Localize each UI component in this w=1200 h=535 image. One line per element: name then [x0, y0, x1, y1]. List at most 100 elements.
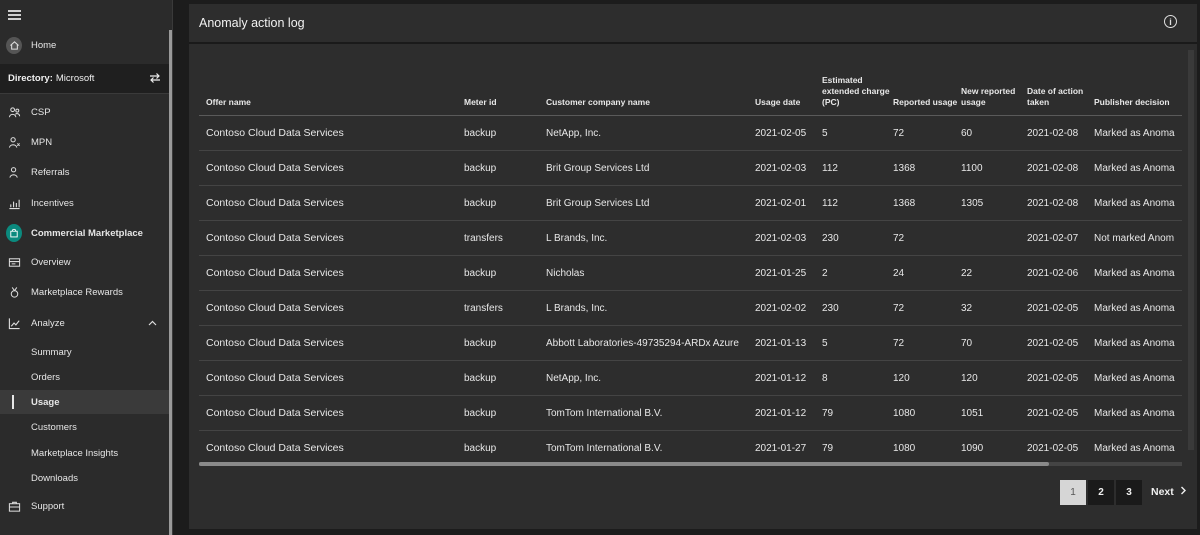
- sidebar-subitem-marketplace-insights[interactable]: Marketplace Insights: [0, 441, 169, 465]
- table-row[interactable]: Contoso Cloud Data Services backup Brit Gr…: [199, 185, 1182, 221]
- cell-new-reported-usage: 120: [961, 360, 1027, 396]
- column-header-reported-usage[interactable]: Reported usage: [893, 58, 961, 116]
- cell-customer-company-name: TomTom International B.V.: [546, 430, 755, 466]
- cell-offer-name: Contoso Cloud Data Services: [199, 430, 464, 466]
- cell-reported-usage: 1080: [893, 395, 961, 431]
- table-row[interactable]: Contoso Cloud Data Services backup Abbott …: [199, 325, 1182, 361]
- column-header-customer-company-name[interactable]: Customer company name: [546, 58, 755, 116]
- cell-meter-id: transfers: [464, 220, 546, 256]
- page-2-button[interactable]: 2: [1088, 480, 1114, 505]
- sidebar-item-home[interactable]: Home: [0, 36, 169, 54]
- directory-label: Directory:: [8, 73, 53, 84]
- sidebar-item-analyze[interactable]: Analyze: [0, 314, 169, 332]
- cell-reported-usage: 72: [893, 115, 961, 151]
- cell-new-reported-usage: 1305: [961, 185, 1027, 221]
- csp-icon: [6, 104, 22, 120]
- next-page-button[interactable]: Next: [1151, 486, 1187, 498]
- table-row[interactable]: Contoso Cloud Data Services backup TomTom …: [199, 395, 1182, 431]
- sidebar-subitem-customers[interactable]: Customers: [0, 415, 169, 439]
- sidebar-item-label: Analyze: [31, 317, 65, 329]
- sidebar-subitem-summary[interactable]: Summary: [0, 340, 169, 364]
- cell-publisher-decision: Marked as Anoma: [1094, 185, 1182, 221]
- table-row[interactable]: Contoso Cloud Data Services backup TomTom …: [199, 430, 1182, 466]
- sidebar-subitem-usage[interactable]: Usage: [0, 390, 169, 414]
- cell-meter-id: backup: [464, 185, 546, 221]
- sidebar-item-overview[interactable]: Overview: [0, 253, 169, 271]
- table-row[interactable]: Contoso Cloud Data Services backup Nichola…: [199, 255, 1182, 291]
- cell-meter-id: backup: [464, 255, 546, 291]
- cell-usage-date: 2021-01-25: [755, 255, 822, 291]
- cell-usage-date: 2021-02-05: [755, 115, 822, 151]
- table-row[interactable]: Contoso Cloud Data Services transfers L Br…: [199, 220, 1182, 256]
- cell-customer-company-name: Brit Group Services Ltd: [546, 185, 755, 221]
- cell-date-of-action-taken: 2021-02-08: [1027, 150, 1094, 186]
- cell-customer-company-name: Abbott Laboratories-49735294-ARDx Azure: [546, 325, 755, 361]
- cell-meter-id: backup: [464, 395, 546, 431]
- cell-date-of-action-taken: 2021-02-08: [1027, 115, 1094, 151]
- sidebar-item-incentives[interactable]: Incentives: [0, 194, 169, 212]
- cell-estimated-extended-charge: 230: [822, 290, 893, 326]
- cell-publisher-decision: Marked as Anoma: [1094, 360, 1182, 396]
- sidebar-item-label: MPN: [31, 136, 53, 148]
- cell-date-of-action-taken: 2021-02-06: [1027, 255, 1094, 291]
- sidebar-item-referrals[interactable]: Referrals: [0, 163, 169, 181]
- sidebar-item-support[interactable]: Support: [0, 497, 169, 515]
- cell-customer-company-name: NetApp, Inc.: [546, 360, 755, 396]
- chevron-up-icon[interactable]: [148, 320, 157, 326]
- sidebar-scrollbar[interactable]: [169, 30, 172, 535]
- page-3-button[interactable]: 3: [1116, 480, 1142, 505]
- cell-customer-company-name: Brit Group Services Ltd: [546, 150, 755, 186]
- directory-switcher[interactable]: Directory: Microsoft: [0, 64, 169, 94]
- sidebar-item-mpn[interactable]: MPN: [0, 133, 169, 151]
- sidebar-subitem-downloads[interactable]: Downloads: [0, 466, 169, 490]
- sidebar-subitem-orders[interactable]: Orders: [0, 365, 169, 389]
- sidebar-item-label: Referrals: [31, 166, 70, 178]
- cell-publisher-decision: Marked as Anoma: [1094, 115, 1182, 151]
- cell-meter-id: backup: [464, 430, 546, 466]
- cell-meter-id: backup: [464, 150, 546, 186]
- swap-arrows-icon[interactable]: [149, 72, 161, 84]
- vertical-scrollbar[interactable]: [1188, 50, 1194, 450]
- cell-publisher-decision: Marked as Anoma: [1094, 395, 1182, 431]
- column-header-meter-id[interactable]: Meter id: [464, 58, 546, 116]
- cell-date-of-action-taken: 2021-02-05: [1027, 360, 1094, 396]
- table-row[interactable]: Contoso Cloud Data Services backup NetApp,…: [199, 360, 1182, 396]
- cell-publisher-decision: Not marked Anom: [1094, 220, 1182, 256]
- info-icon[interactable]: i: [1164, 15, 1177, 28]
- sidebar-item-commercial-marketplace[interactable]: Commercial Marketplace: [0, 223, 169, 243]
- sidebar-item-marketplace-rewards[interactable]: Marketplace Rewards: [0, 283, 169, 301]
- cell-new-reported-usage: [961, 220, 1027, 256]
- cell-usage-date: 2021-02-03: [755, 220, 822, 256]
- cell-new-reported-usage: 60: [961, 115, 1027, 151]
- horizontal-scrollbar-thumb[interactable]: [199, 462, 1049, 466]
- cell-offer-name: Contoso Cloud Data Services: [199, 220, 464, 256]
- sidebar-item-label: Overview: [31, 256, 71, 268]
- cell-reported-usage: 1368: [893, 185, 961, 221]
- analyze-chart-icon: [6, 315, 22, 331]
- column-header-date-of-action-taken[interactable]: Date of action taken: [1027, 58, 1094, 116]
- page-1-button[interactable]: 1: [1060, 480, 1086, 505]
- hamburger-menu-icon[interactable]: [8, 10, 21, 20]
- sidebar-item-label: Commercial Marketplace: [31, 227, 143, 239]
- referrals-icon: [6, 164, 22, 180]
- cell-publisher-decision: Marked as Anoma: [1094, 430, 1182, 466]
- cell-estimated-extended-charge: 230: [822, 220, 893, 256]
- column-header-estimated-extended-charge[interactable]: Estimated extended charge (PC): [822, 58, 893, 116]
- horizontal-scrollbar[interactable]: [199, 462, 1182, 466]
- table-row[interactable]: Contoso Cloud Data Services transfers L Br…: [199, 290, 1182, 326]
- column-header-offer-name[interactable]: Offer name: [199, 58, 464, 116]
- rewards-icon: [6, 284, 22, 300]
- cell-publisher-decision: Marked as Anoma: [1094, 255, 1182, 291]
- cell-offer-name: Contoso Cloud Data Services: [199, 255, 464, 291]
- table-row[interactable]: Contoso Cloud Data Services backup Brit Gr…: [199, 150, 1182, 186]
- panel-header: Anomaly action log i: [189, 4, 1197, 44]
- column-header-usage-date[interactable]: Usage date: [755, 58, 822, 116]
- cell-reported-usage: 72: [893, 325, 961, 361]
- table-row[interactable]: Contoso Cloud Data Services backup NetApp,…: [199, 115, 1182, 151]
- column-header-new-reported-usage[interactable]: New reported usage: [961, 58, 1027, 116]
- column-header-publisher-decision[interactable]: Publisher decision: [1094, 58, 1182, 116]
- cell-new-reported-usage: 70: [961, 325, 1027, 361]
- sidebar-item-csp[interactable]: CSP: [0, 103, 169, 121]
- cell-date-of-action-taken: 2021-02-05: [1027, 325, 1094, 361]
- cell-new-reported-usage: 1100: [961, 150, 1027, 186]
